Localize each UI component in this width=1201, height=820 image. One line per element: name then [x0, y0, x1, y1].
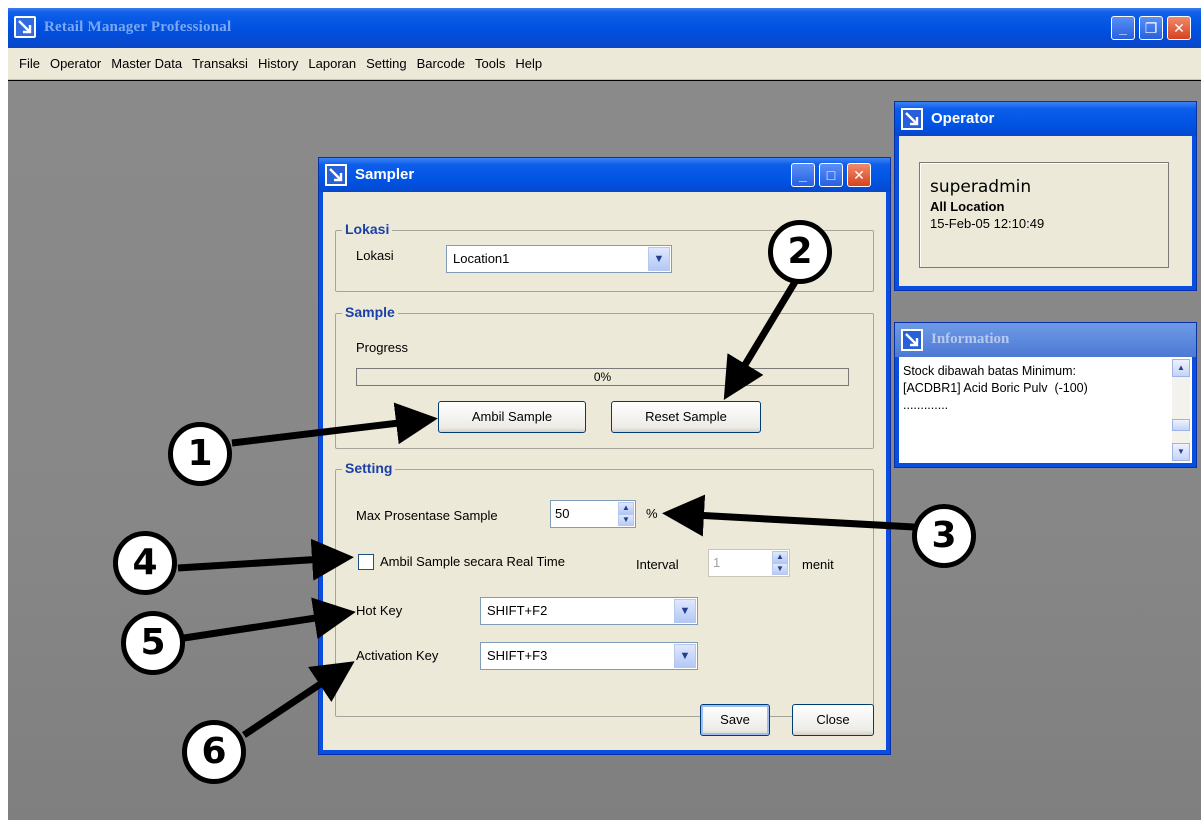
app-arrow-icon	[14, 16, 36, 38]
information-window: Information Stock dibawah batas Minimum:…	[894, 322, 1197, 468]
menu-setting[interactable]: Setting	[361, 48, 411, 80]
max-prosentase-value: 50	[555, 506, 570, 521]
app-arrow-icon	[325, 164, 347, 186]
app-arrow-icon	[901, 329, 923, 351]
spin-down-icon[interactable]: ▼	[772, 563, 788, 575]
menu-master-data[interactable]: Master Data	[106, 48, 187, 80]
menu-laporan[interactable]: Laporan	[303, 48, 361, 80]
information-body: Stock dibawah batas Minimum: [ACDBR1] Aci…	[899, 357, 1192, 463]
information-scrollbar[interactable]: ▲ ▼	[1172, 359, 1190, 461]
interval-spinner[interactable]: 1 ▲ ▼	[708, 549, 790, 577]
percent-label: %	[646, 506, 658, 521]
menu-file[interactable]: File	[14, 48, 45, 80]
sampler-title: Sampler	[355, 166, 415, 183]
activation-key-select[interactable]: SHIFT+F3 ▼	[480, 642, 698, 670]
activation-key-value: SHIFT+F3	[487, 648, 548, 663]
progress-label: Progress	[356, 340, 409, 355]
max-prosentase-label: Max Prosentase Sample	[356, 508, 498, 523]
chevron-down-icon[interactable]: ▼	[674, 599, 696, 623]
sample-group-title: Sample	[342, 304, 398, 320]
close-icon: ✕	[1173, 20, 1185, 36]
setting-group-title: Setting	[342, 460, 396, 476]
interval-value: 1	[713, 555, 721, 570]
operator-username: superadmin	[930, 177, 1032, 197]
sampler-close-button[interactable]: ✕	[847, 163, 871, 187]
sample-group: Sample Progress 0% Ambil Sample Reset Sa…	[335, 304, 874, 449]
operator-location: All Location	[930, 199, 1005, 214]
operator-titlebar[interactable]: Operator	[895, 102, 1196, 136]
max-prosentase-spinner[interactable]: 50 ▲ ▼	[550, 500, 636, 528]
sampler-titlebar[interactable]: Sampler _ □ ✕	[319, 158, 890, 192]
callout-1: 1	[168, 422, 232, 486]
realtime-checkbox[interactable]	[358, 554, 374, 570]
information-line-2: [ACDBR1] Acid Boric Pulv (-100)	[903, 381, 1088, 395]
information-titlebar[interactable]: Information	[895, 323, 1196, 357]
operator-window: Operator superadmin All Location 15-Feb-…	[894, 101, 1197, 291]
chevron-down-icon[interactable]: ▼	[674, 644, 696, 668]
hotkey-select[interactable]: SHIFT+F2 ▼	[480, 597, 698, 625]
lokasi-group-title: Lokasi	[342, 221, 393, 237]
ambil-sample-button[interactable]: Ambil Sample	[438, 401, 586, 433]
callout-3: 3	[912, 504, 976, 568]
menu-tools[interactable]: Tools	[470, 48, 510, 80]
lokasi-select-value: Location1	[453, 251, 510, 266]
progress-bar: 0%	[356, 368, 849, 386]
menu-bar: File Operator Master Data Transaksi History L…	[8, 48, 1201, 80]
information-line-3: .............	[903, 398, 949, 412]
operator-info-frame: superadmin All Location 15-Feb-05 12:10:…	[919, 162, 1169, 268]
scroll-up-icon[interactable]: ▲	[1172, 359, 1190, 377]
scroll-down-icon[interactable]: ▼	[1172, 443, 1190, 461]
callout-2: 2	[768, 220, 832, 284]
operator-body: superadmin All Location 15-Feb-05 12:10:…	[899, 136, 1192, 286]
menu-barcode[interactable]: Barcode	[412, 48, 470, 80]
spin-up-icon[interactable]: ▲	[772, 551, 788, 563]
activation-key-label: Activation Key	[356, 648, 439, 663]
lokasi-label: Lokasi	[356, 248, 394, 263]
close-button[interactable]: ✕	[1167, 16, 1191, 40]
chevron-down-icon[interactable]: ▼	[648, 247, 670, 271]
callout-6: 6	[182, 720, 246, 784]
sampler-minimize-button[interactable]: _	[791, 163, 815, 187]
information-line-1: Stock dibawah batas Minimum:	[903, 364, 1076, 378]
progress-percent: 0%	[593, 370, 612, 384]
reset-sample-button[interactable]: Reset Sample	[611, 401, 761, 433]
scroll-thumb[interactable]	[1172, 419, 1190, 431]
menit-label: menit	[802, 557, 834, 572]
operator-datetime: 15-Feb-05 12:10:49	[930, 216, 1045, 231]
app-title: Retail Manager Professional	[44, 19, 232, 35]
app-titlebar[interactable]: Retail Manager Professional _ ❐ ✕	[8, 8, 1201, 48]
restore-icon: ❐	[1144, 20, 1158, 36]
minimize-icon: _	[799, 167, 807, 183]
minimize-icon: _	[1119, 20, 1127, 36]
callout-4: 4	[113, 531, 177, 595]
minimize-button[interactable]: _	[1111, 16, 1135, 40]
app-arrow-icon	[901, 108, 923, 130]
close-dialog-button[interactable]: Close	[792, 704, 874, 736]
close-icon: ✕	[853, 167, 865, 183]
lokasi-select[interactable]: Location1 ▼	[446, 245, 672, 273]
save-button[interactable]: Save	[700, 704, 770, 736]
hotkey-label: Hot Key	[356, 603, 403, 618]
sampler-maximize-button[interactable]: □	[819, 163, 843, 187]
setting-group: Setting Max Prosentase Sample 50 ▲ ▼ % A…	[335, 460, 874, 717]
spin-up-icon[interactable]: ▲	[618, 502, 634, 514]
menu-history[interactable]: History	[253, 48, 303, 80]
information-text: Stock dibawah batas Minimum: [ACDBR1] Aci…	[903, 363, 1088, 414]
menu-help[interactable]: Help	[510, 48, 547, 80]
maximize-icon: □	[826, 167, 836, 183]
spin-down-icon[interactable]: ▼	[618, 514, 634, 526]
realtime-label[interactable]: Ambil Sample secara Real Time	[380, 554, 565, 569]
information-title: Information	[931, 331, 1010, 347]
hotkey-value: SHIFT+F2	[487, 603, 548, 618]
callout-5: 5	[121, 611, 185, 675]
menu-operator[interactable]: Operator	[45, 48, 106, 80]
restore-button[interactable]: ❐	[1139, 16, 1163, 40]
menu-transaksi[interactable]: Transaksi	[187, 48, 253, 80]
interval-label: Interval	[636, 557, 679, 572]
operator-title: Operator	[931, 110, 995, 127]
